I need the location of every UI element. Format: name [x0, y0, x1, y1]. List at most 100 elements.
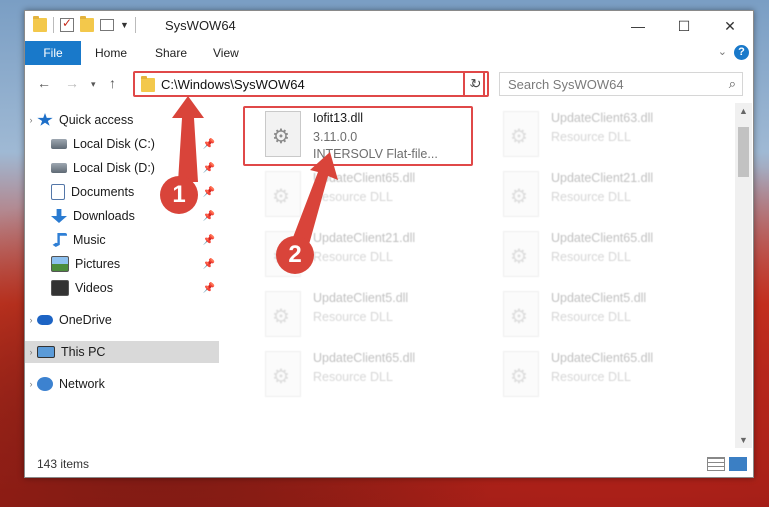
address-path[interactable]: C:\Windows\SysWOW64 [161, 77, 305, 92]
pin-icon: 📌 [202, 234, 215, 246]
callout-step-1: 1 [160, 176, 198, 214]
sidebar-item-network[interactable]: › Network [25, 373, 219, 395]
tab-share[interactable]: Share [155, 41, 187, 65]
file-description: Resource DLL [313, 250, 393, 264]
tab-home[interactable]: Home [95, 41, 127, 65]
file-description: Resource DLL [551, 250, 631, 264]
forward-arrow-icon[interactable]: → [65, 75, 79, 91]
search-input[interactable]: Search SysWOW64 ⌕ [499, 72, 743, 96]
file-description: Resource DLL [551, 130, 631, 144]
details-view-icon[interactable] [707, 457, 725, 471]
expand-icon[interactable]: › [25, 315, 37, 325]
file-description: Resource DLL [551, 370, 631, 384]
sidebar-item-label: Documents [71, 185, 135, 199]
divider [53, 17, 54, 33]
file-name: UpdateClient65.dll [551, 231, 654, 245]
file-list: Iofit13.dll 3.11.0.0 INTERSOLV Flat-file… [225, 103, 735, 448]
expand-icon[interactable]: › [25, 115, 37, 125]
disk-icon [51, 139, 67, 149]
file-explorer-window: ▼ SysWOW64 — ☐ ✕ File Home Share View ⌄ … [24, 10, 754, 478]
sidebar-item-onedrive[interactable]: › OneDrive [25, 309, 219, 331]
file-description: INTERSOLV Flat-file... [313, 147, 438, 161]
maximize-button[interactable]: ☐ [661, 11, 707, 41]
dll-file-icon [503, 351, 539, 397]
tab-view[interactable]: View [213, 41, 239, 65]
quick-access-toolbar: ▼ [33, 16, 136, 33]
dll-file-icon [265, 351, 301, 397]
file-item[interactable]: UpdateClient65.dll Resource DLL [245, 165, 475, 223]
pin-icon: 📌 [202, 162, 215, 174]
minimize-button[interactable]: — [615, 11, 661, 41]
sidebar-item-quick-access[interactable]: › Quick access [25, 109, 219, 131]
file-item[interactable]: UpdateClient65.dll Resource DLL [245, 345, 475, 403]
sidebar-item-pictures[interactable]: Pictures 📌 [25, 253, 219, 275]
pictures-icon [51, 256, 69, 272]
sidebar-item-label: Pictures [75, 257, 121, 271]
download-icon [51, 209, 67, 223]
close-button[interactable]: ✕ [707, 11, 753, 41]
file-item[interactable]: UpdateClient65.dll Resource DLL [483, 225, 713, 283]
sidebar-item-this-pc[interactable]: › This PC [25, 341, 219, 363]
dll-file-icon [265, 291, 301, 337]
sidebar-item-label: Network [59, 377, 105, 391]
file-name: UpdateClient63.dll [551, 111, 654, 125]
file-item[interactable]: UpdateClient5.dll Resource DLL [245, 285, 475, 343]
sidebar-item-label: Downloads [73, 209, 135, 223]
large-icons-view-icon[interactable] [729, 457, 747, 471]
network-icon [37, 377, 53, 391]
file-name: UpdateClient65.dll [313, 171, 416, 185]
file-description: Resource DLL [313, 190, 393, 204]
scrollbar-thumb[interactable] [738, 127, 749, 177]
file-item[interactable]: UpdateClient65.dll Resource DLL [483, 345, 713, 403]
refresh-button[interactable]: ↻ [463, 71, 489, 97]
computer-icon [37, 346, 55, 358]
scroll-up-icon[interactable]: ▲ [735, 103, 752, 119]
cloud-icon [37, 315, 53, 325]
window-title: SysWOW64 [165, 18, 236, 33]
dll-file-icon [503, 171, 539, 217]
file-item[interactable]: UpdateClient21.dll Resource DLL [483, 165, 713, 223]
up-arrow-icon[interactable]: ↑ [109, 75, 116, 91]
recent-locations-icon[interactable]: ▾ [91, 79, 96, 90]
sidebar-item-local-disk-c[interactable]: Local Disk (C:) 📌 [25, 133, 219, 155]
address-bar[interactable]: C:\Windows\SysWOW64 ⌄ [133, 71, 485, 97]
sidebar-item-videos[interactable]: Videos 📌 [25, 277, 219, 299]
tab-file[interactable]: File [25, 41, 81, 65]
folder-icon [141, 76, 155, 92]
star-icon [37, 113, 53, 126]
expand-icon[interactable]: › [25, 347, 37, 357]
sidebar-item-music[interactable]: Music 📌 [25, 229, 219, 251]
file-item[interactable]: UpdateClient63.dll Resource DLL [483, 105, 713, 163]
chevron-down-icon[interactable]: ⌄ [718, 45, 727, 58]
help-icon[interactable]: ? [734, 45, 749, 60]
file-version: 3.11.0.0 [313, 130, 358, 144]
customize-toolbar-icon[interactable] [100, 19, 114, 31]
sidebar-item-label: Videos [75, 281, 113, 295]
pin-icon: 📌 [202, 210, 215, 222]
new-folder-icon[interactable] [80, 16, 94, 32]
file-description: Resource DLL [551, 190, 631, 204]
dll-file-icon [265, 171, 301, 217]
sidebar-item-local-disk-d[interactable]: Local Disk (D:) 📌 [25, 157, 219, 179]
file-item[interactable]: UpdateClient5.dll Resource DLL [483, 285, 713, 343]
dll-file-icon [265, 111, 301, 157]
videos-icon [51, 280, 69, 296]
properties-icon[interactable] [60, 16, 74, 32]
toolbar-dropdown-icon[interactable]: ▼ [120, 20, 129, 30]
expand-icon[interactable]: › [25, 379, 37, 389]
dll-file-icon [503, 231, 539, 277]
back-arrow-icon[interactable]: ← [37, 75, 51, 91]
search-icon[interactable]: ⌕ [729, 76, 736, 92]
vertical-scrollbar[interactable]: ▲ ▼ [735, 103, 752, 448]
sidebar-item-label: OneDrive [59, 313, 112, 327]
divider [134, 17, 136, 33]
file-item[interactable]: Iofit13.dll 3.11.0.0 INTERSOLV Flat-file… [245, 105, 475, 163]
dll-file-icon [503, 291, 539, 337]
file-name: UpdateClient21.dll [313, 231, 416, 245]
sidebar-item-label: Local Disk (D:) [73, 161, 155, 175]
pin-icon: 📌 [202, 282, 215, 294]
scroll-down-icon[interactable]: ▼ [735, 432, 752, 448]
search-placeholder[interactable]: Search SysWOW64 [508, 77, 624, 92]
documents-icon [51, 184, 65, 200]
title-bar: ▼ SysWOW64 — ☐ ✕ [25, 11, 753, 41]
